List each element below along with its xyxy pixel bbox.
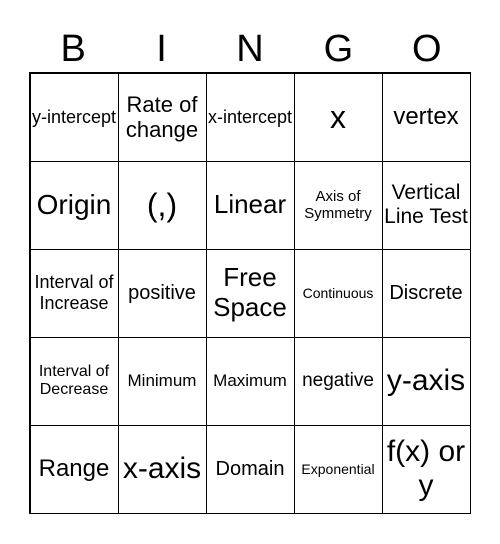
bingo-cell[interactable]: Continuous [293,248,383,338]
header-letter: B [60,28,86,70]
bingo-grid: y-intercept Rate of change x-intercept x ver… [29,72,471,514]
bingo-cell[interactable]: Interval of Increase [29,248,119,338]
bingo-cell[interactable]: x-intercept [205,72,295,162]
header-letter: O [411,28,442,70]
bingo-cell[interactable]: Axis of Symmetry [293,160,383,250]
bingo-cell[interactable]: negative [293,336,383,426]
bingo-cell[interactable]: x-axis [117,424,207,514]
bingo-cell[interactable]: Interval of Decrease [29,336,119,426]
header-letter: G [323,28,354,70]
bingo-cell[interactable]: Discrete [381,248,471,338]
bingo-cell[interactable]: Maximum [205,336,295,426]
bingo-cell[interactable]: positive [117,248,207,338]
bingo-header: B I N G O [29,26,471,72]
bingo-cell[interactable]: x [293,72,383,162]
bingo-cell[interactable]: Rate of change [117,72,207,162]
bingo-cell[interactable]: Vertical Line Test [381,160,471,250]
header-letter: I [156,28,167,70]
bingo-cell[interactable]: y-axis [381,336,471,426]
bingo-cell[interactable]: f(x) or y [381,424,471,514]
bingo-cell[interactable]: Linear [205,160,295,250]
bingo-cell[interactable]: vertex [381,72,471,162]
bingo-cell[interactable]: y-intercept [29,72,119,162]
bingo-cell[interactable]: Minimum [117,336,207,426]
bingo-cell[interactable]: Free Space [205,248,295,338]
bingo-cell[interactable]: Origin [29,160,119,250]
bingo-cell[interactable]: Domain [205,424,295,514]
bingo-cell[interactable]: Exponential [293,424,383,514]
bingo-cell[interactable]: (,) [117,160,207,250]
header-letter: N [236,28,264,70]
bingo-cell[interactable]: Range [29,424,119,514]
